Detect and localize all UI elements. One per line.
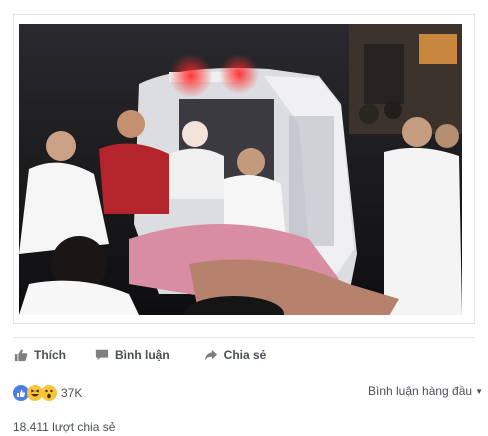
- like-label: Thích: [34, 348, 66, 362]
- post-photo[interactable]: [19, 24, 462, 315]
- post-photo-illustration: [19, 24, 462, 315]
- share-button[interactable]: Chia sẻ: [204, 348, 267, 362]
- thumbs-up-icon: [14, 349, 28, 362]
- caret-down-icon: ▼: [475, 386, 483, 396]
- share-arrow-icon: [204, 349, 217, 361]
- comment-button[interactable]: Bình luận: [95, 348, 170, 362]
- comment-label: Bình luận: [115, 348, 170, 362]
- post-image-frame: [13, 14, 475, 324]
- share-count-link[interactable]: 18.411 lượt chia sẻ: [13, 420, 115, 434]
- reaction-count[interactable]: 37K: [61, 386, 82, 400]
- like-button[interactable]: Thích: [14, 348, 66, 362]
- wow-reaction-icon: [41, 385, 57, 401]
- top-comments-dropdown[interactable]: Bình luận hàng đầu ▼: [368, 384, 483, 398]
- reaction-icons: [13, 385, 57, 401]
- comment-icon: [95, 349, 109, 361]
- share-label: Chia sẻ: [223, 348, 267, 362]
- top-comments-label: Bình luận hàng đầu: [367, 384, 473, 398]
- post-action-bar: Thích Bình luận Chia sẻ: [13, 337, 475, 372]
